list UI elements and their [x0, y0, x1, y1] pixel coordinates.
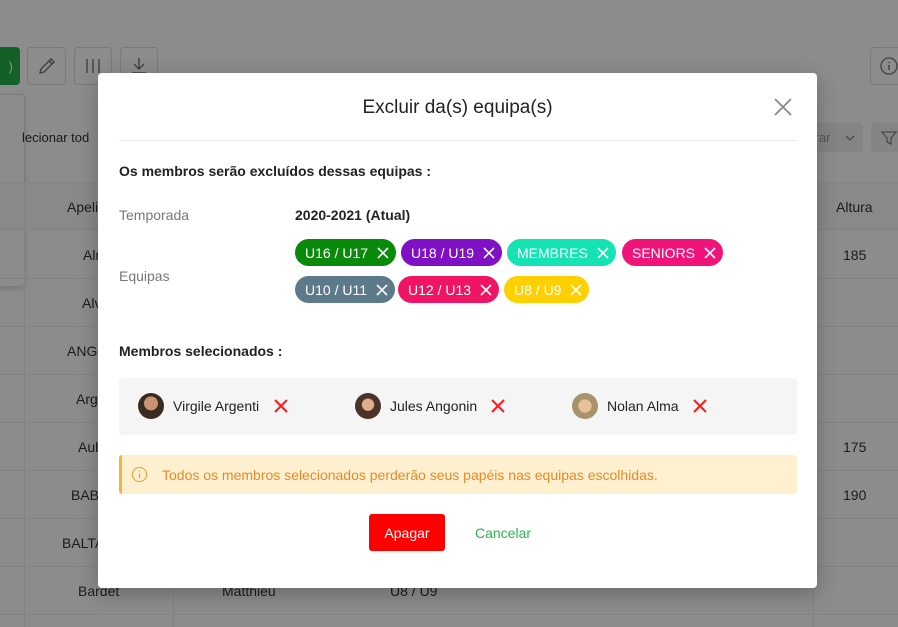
close-icon	[704, 246, 716, 259]
list-item: Jules Angonin	[355, 392, 477, 420]
team-tag: U16 / U17	[295, 239, 397, 266]
close-icon	[376, 283, 388, 296]
close-icon	[480, 283, 492, 296]
member-name: Nolan Alma	[607, 398, 679, 414]
selected-members-list: Virgile Argenti Jules Angonin Nolan Alma	[119, 378, 797, 435]
close-icon	[274, 399, 288, 413]
close-icon	[483, 246, 495, 259]
team-tag: U8 / U9	[504, 276, 590, 303]
remove-member-button[interactable]	[490, 398, 506, 414]
close-icon	[570, 283, 583, 296]
remove-tag-button[interactable]	[703, 246, 717, 260]
remove-tag-button[interactable]	[569, 283, 583, 297]
remove-tag-button[interactable]	[596, 246, 610, 260]
team-tag: U10 / U11	[295, 276, 395, 303]
list-item: Nolan Alma	[572, 392, 679, 420]
close-icon	[491, 399, 505, 413]
member-name: Jules Angonin	[390, 398, 478, 414]
avatar	[572, 393, 598, 419]
alert-text: Todos os membros selecionados perderão s…	[162, 466, 658, 483]
info-icon	[131, 466, 148, 483]
member-name: Virgile Argenti	[173, 398, 260, 414]
team-tag-label: SENIORS	[632, 244, 696, 261]
remove-member-button[interactable]	[273, 398, 289, 414]
remove-member-button[interactable]	[692, 398, 708, 414]
season-label: Temporada	[119, 207, 190, 223]
remove-tag-button[interactable]	[479, 283, 493, 297]
team-tag-label: U16 / U17	[305, 244, 369, 261]
members-section-text: Membros selecionados :	[119, 343, 283, 359]
remove-tag-button[interactable]	[376, 246, 390, 260]
remove-from-teams-dialog: Excluir da(s) equipa(s) Os membros serão…	[98, 73, 817, 588]
dialog-title: Excluir da(s) equipa(s)	[362, 97, 553, 118]
close-icon	[597, 246, 609, 259]
list-item: Virgile Argenti	[138, 392, 259, 420]
title-divider	[119, 140, 797, 141]
remove-tag-button[interactable]	[482, 246, 496, 260]
team-tag-label: U8 / U9	[514, 281, 562, 298]
teams-section-text: Os membros serão excluídos dessas equipa…	[119, 163, 432, 179]
close-icon	[774, 98, 792, 116]
close-icon	[693, 399, 707, 413]
team-tag: U12 / U13	[398, 276, 500, 303]
team-tag-label: U12 / U13	[408, 281, 472, 298]
team-tag: SENIORS	[622, 239, 724, 266]
remove-tag-button[interactable]	[375, 283, 389, 297]
teams-label: Equipas	[119, 268, 170, 284]
team-tag-label: U18 / U19	[411, 244, 475, 261]
delete-button[interactable]: Apagar	[369, 514, 445, 551]
team-tag: U18 / U19	[401, 239, 503, 266]
cancel-button[interactable]: Cancelar	[463, 514, 543, 551]
season-value: 2020-2021 (Atual)	[295, 207, 411, 223]
team-tag: MEMBRES	[507, 239, 616, 266]
avatar	[138, 393, 164, 419]
close-icon	[377, 246, 389, 259]
avatar	[355, 393, 381, 419]
warning-alert: Todos os membros selecionados perderão s…	[119, 455, 797, 494]
team-tag-label: MEMBRES	[517, 244, 588, 261]
close-button[interactable]	[772, 96, 794, 118]
team-tag-label: U10 / U11	[305, 281, 367, 298]
